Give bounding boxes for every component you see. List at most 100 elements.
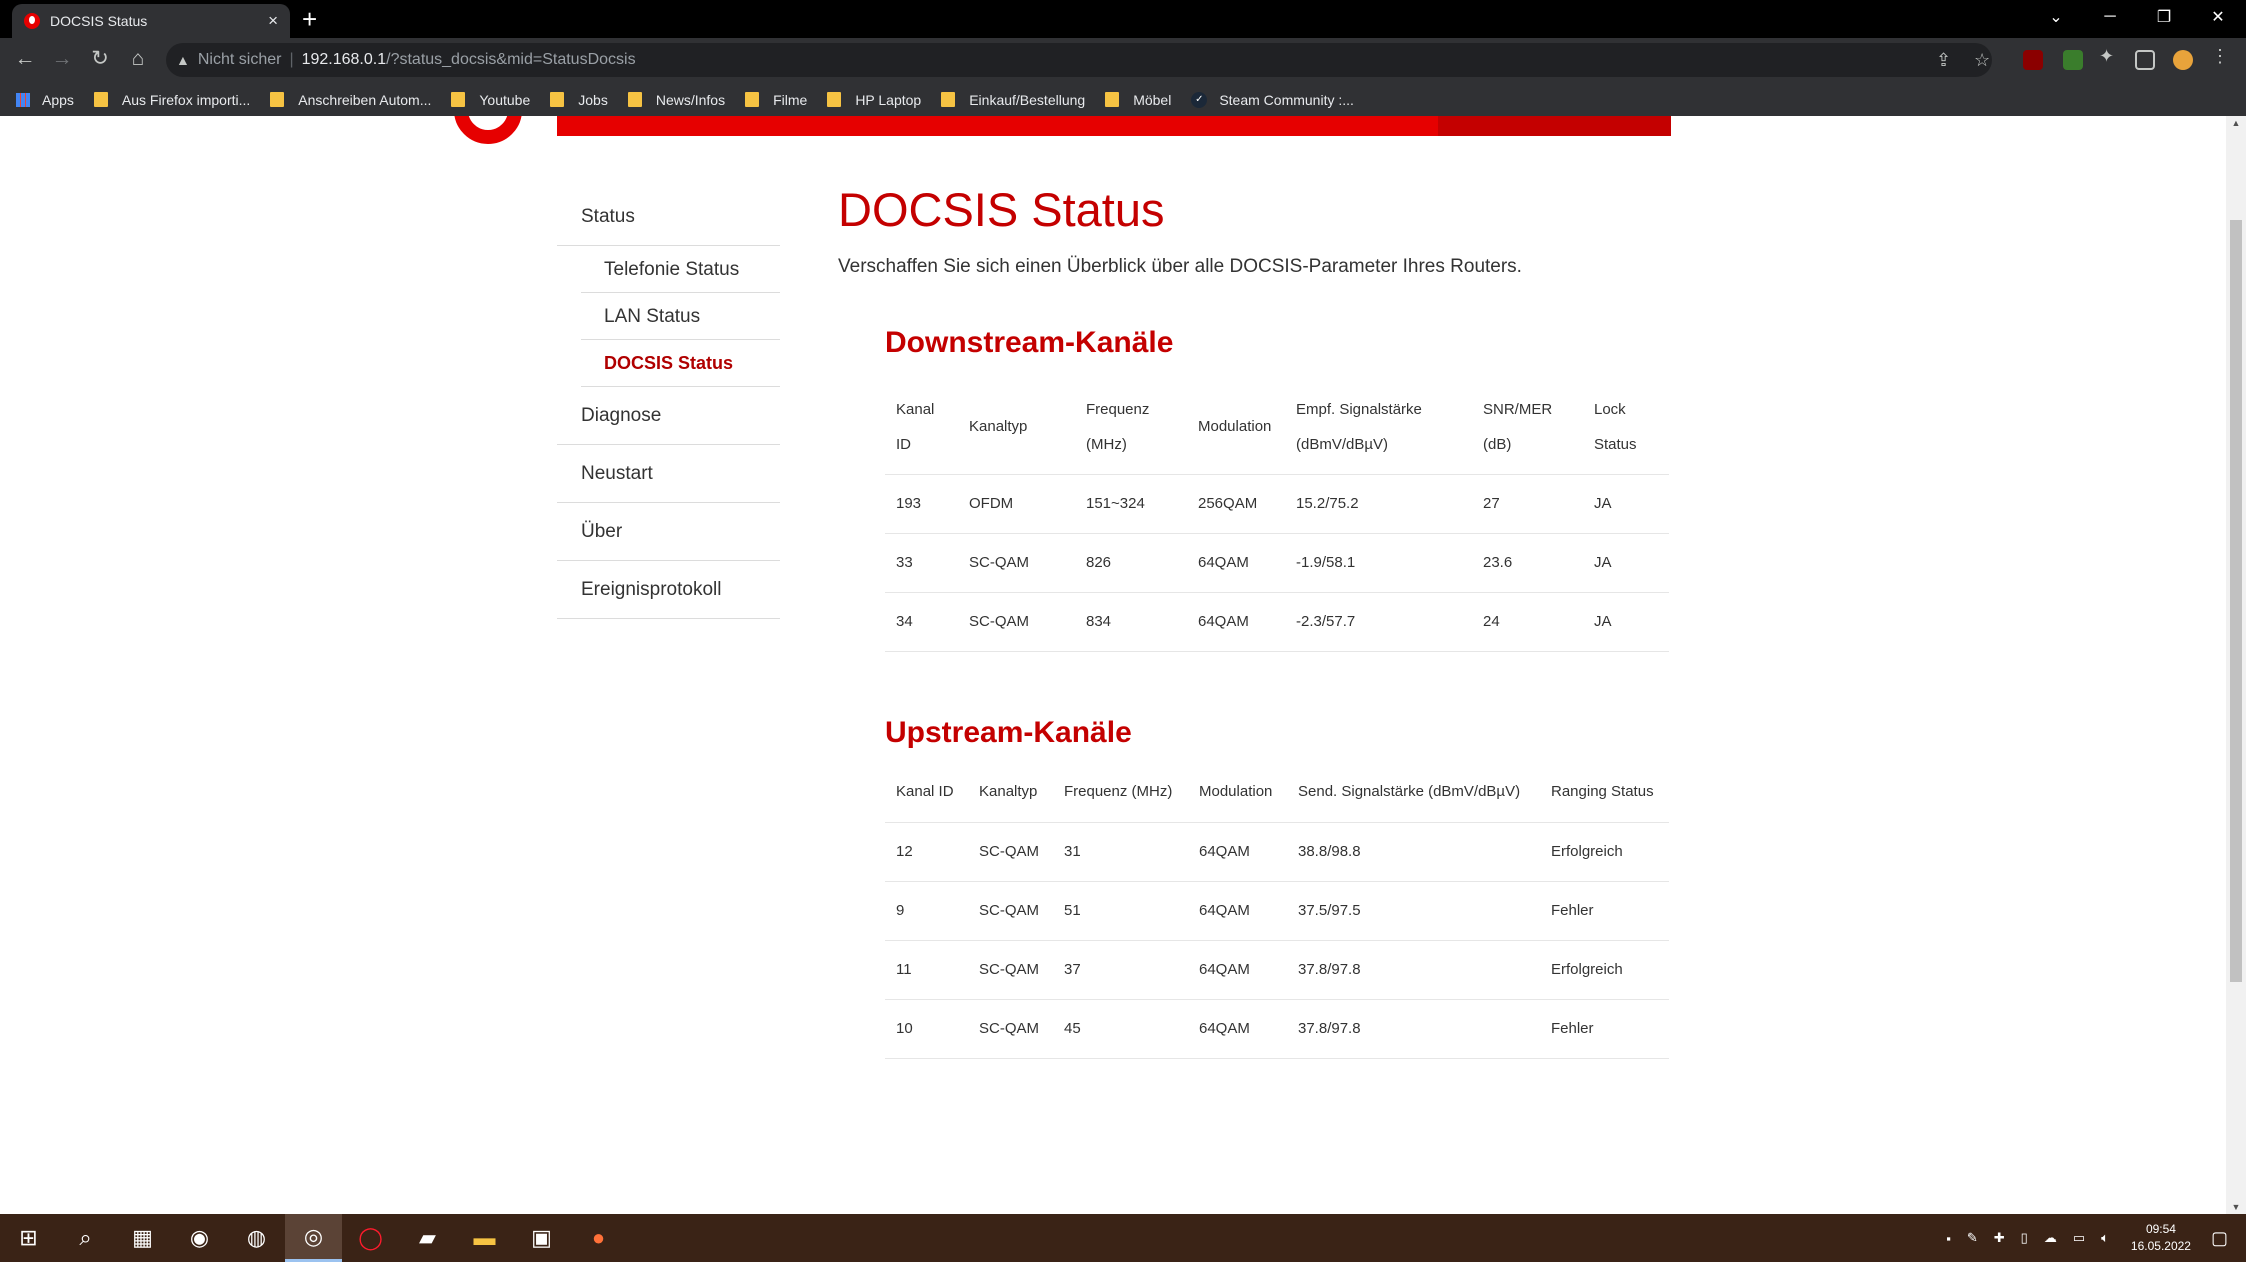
cell: -1.9/58.1 — [1285, 532, 1472, 592]
folder-icon — [627, 92, 642, 107]
home-icon[interactable]: ⌂ — [123, 44, 153, 74]
downstream-table: Kanal ID Kanaltyp Frequenz (MHz) Modulat… — [885, 380, 1669, 652]
cell: 11 — [885, 939, 968, 999]
security-label[interactable]: Nicht sicher — [198, 51, 282, 69]
edge-browser-icon[interactable]: ◍ — [228, 1214, 285, 1262]
bookmark-folder[interactable]: Anschreiben Autom... — [270, 92, 431, 108]
network-icon[interactable]: ▭ — [2073, 1230, 2085, 1246]
cell: 10 — [885, 998, 968, 1059]
mail-icon[interactable]: ◉ — [171, 1214, 228, 1262]
reload-icon[interactable]: ↻ — [85, 44, 115, 74]
onedrive-icon[interactable]: ☁ — [2044, 1230, 2057, 1246]
sidebar-item-lan-status[interactable]: LAN Status — [581, 293, 780, 340]
cell: 38.8/98.8 — [1287, 821, 1540, 881]
bookmark-folder[interactable]: HP Laptop — [827, 92, 921, 108]
bookmark-folder[interactable]: News/Infos — [627, 92, 725, 108]
forward-icon[interactable]: → — [47, 44, 77, 74]
steam-icon: ✓ — [1191, 91, 1208, 108]
app-icon[interactable]: ▰ — [399, 1214, 456, 1262]
column-header: SNR/MER (dB) — [1483, 400, 1553, 453]
tab-close-icon[interactable]: × — [268, 11, 278, 31]
notification-center-icon[interactable]: ▢ — [2211, 1228, 2228, 1249]
nvidia-tray-icon[interactable]: ▪ — [1946, 1231, 1951, 1246]
profile-avatar[interactable] — [2173, 50, 2193, 70]
cell: 151~324 — [1075, 473, 1187, 533]
close-window-button[interactable]: ✕ — [2192, 0, 2244, 34]
sidebar-nav: Status Telefonie Status LAN Status DOCSI… — [557, 188, 780, 619]
column-header: Send. Signalstärke (dBmV/dBµV) — [1298, 783, 1521, 801]
header-red-bar-segment — [1438, 116, 1671, 136]
bookmark-folder[interactable]: Filme — [745, 92, 807, 108]
page-intro: Verschaffen Sie sich einen Überblick übe… — [838, 256, 1522, 277]
folder-icon — [93, 92, 108, 107]
firefox-browser-icon[interactable]: ● — [570, 1214, 627, 1262]
cell: 193 — [885, 473, 958, 533]
bookmark-folder[interactable]: Möbel — [1105, 92, 1171, 108]
bookmark-folder[interactable]: Einkauf/Bestellung — [941, 92, 1085, 108]
folder-icon — [827, 92, 842, 107]
bookmark-label: Möbel — [1133, 91, 1172, 108]
bookmark-folder[interactable]: Jobs — [550, 92, 608, 108]
scrollbar-thumb[interactable] — [2230, 220, 2242, 982]
cell: 64QAM — [1188, 998, 1287, 1059]
scroll-down-icon[interactable]: ▼ — [2230, 1202, 2242, 1212]
bookmark-label: Steam Community :... — [1219, 91, 1354, 108]
folder-icon — [270, 92, 285, 107]
back-icon[interactable]: ← — [10, 44, 40, 74]
page-scrollbar[interactable]: ▲ ▼ — [2226, 116, 2246, 1214]
tab-search-icon[interactable]: ⌄ — [2030, 0, 2082, 34]
cell: -2.3/57.7 — [1285, 591, 1472, 652]
bookmark-star-icon[interactable]: ☆ — [1974, 43, 1990, 77]
bookmark-folder[interactable]: Youtube — [451, 92, 530, 108]
table-row: 9 SC-QAM 51 64QAM 37.5/97.5 Fehler — [885, 880, 1669, 940]
sidebar-item-neustart[interactable]: Neustart — [557, 445, 780, 503]
tray-app-icon[interactable]: ✚ — [1994, 1230, 2005, 1246]
cell: 15.2/75.2 — [1285, 473, 1472, 533]
sidebar-item-status[interactable]: Status — [557, 188, 780, 246]
file-explorer-icon[interactable]: ▬ — [456, 1214, 513, 1262]
sidebar-item-ueber[interactable]: Über — [557, 503, 780, 561]
windows-start-icon[interactable]: ⊞ — [0, 1214, 57, 1262]
volume-icon[interactable]: 🔈︎ — [2101, 1230, 2109, 1246]
address-separator: | — [289, 51, 294, 68]
cell: 256QAM — [1187, 473, 1285, 533]
bookmark-folder[interactable]: Aus Firefox importi... — [93, 92, 250, 108]
restore-button[interactable]: ❐ — [2138, 0, 2190, 34]
column-header: Modulation — [1199, 783, 1273, 801]
table-row: 12 SC-QAM 31 64QAM 38.8/98.8 Erfolgreich — [885, 821, 1669, 881]
sidebar-item-diagnose[interactable]: Diagnose — [557, 387, 780, 445]
minimize-button[interactable]: ─ — [2084, 0, 2136, 34]
sidebar-item-telefonie-status[interactable]: Telefonie Status — [581, 246, 780, 293]
bookmark-apps[interactable]: Apps — [16, 92, 74, 108]
new-tab-button[interactable]: + — [302, 4, 317, 34]
tab-docsis-status[interactable]: DOCSIS Status × — [12, 4, 290, 38]
ublock-extension-icon[interactable] — [2023, 50, 2043, 70]
store-icon[interactable]: ▣ — [513, 1214, 570, 1262]
bookmark-steam[interactable]: ✓ Steam Community :... — [1191, 91, 1354, 108]
search-icon[interactable]: ⌕ — [57, 1214, 114, 1262]
bookmark-label: Youtube — [479, 91, 531, 108]
sidebar-item-ereignisprotokoll[interactable]: Ereignisprotokoll — [557, 561, 780, 619]
bookmark-label: Apps — [42, 91, 74, 108]
tray-app-icon[interactable]: ▯ — [2021, 1230, 2028, 1246]
taskbar-clock[interactable]: 09:54 16.05.2022 — [2131, 1221, 2191, 1255]
scroll-up-icon[interactable]: ▲ — [2230, 118, 2242, 128]
bookmark-label: Anschreiben Autom... — [298, 91, 432, 108]
sidebar-item-docsis-status[interactable]: DOCSIS Status — [581, 340, 780, 387]
column-header: Frequenz (MHz) — [1086, 400, 1150, 453]
extension-icon[interactable] — [2063, 50, 2083, 70]
column-header: Frequenz (MHz) — [1064, 783, 1173, 801]
menu-kebab-icon[interactable]: ⋮ — [2211, 46, 2231, 66]
address-bar[interactable]: ▲ Nicht sicher | 192.168.0.1/?status_doc… — [166, 43, 1992, 77]
share-icon[interactable]: ⇪ — [1936, 43, 1951, 77]
side-panel-icon[interactable] — [2135, 50, 2155, 70]
cell: 37.8/97.8 — [1287, 998, 1540, 1059]
cell: 64QAM — [1188, 939, 1287, 999]
opera-browser-icon[interactable]: ◯ — [342, 1214, 399, 1262]
chrome-browser-icon[interactable]: ◎ — [285, 1214, 342, 1262]
column-header: Ranging Status — [1551, 783, 1654, 801]
tray-app-icon[interactable]: ✎ — [1967, 1230, 1978, 1246]
warning-icon[interactable]: ▲ — [176, 52, 190, 68]
calculator-icon[interactable]: ▦ — [114, 1214, 171, 1262]
extensions-puzzle-icon[interactable]: ✦ — [2099, 46, 2119, 66]
